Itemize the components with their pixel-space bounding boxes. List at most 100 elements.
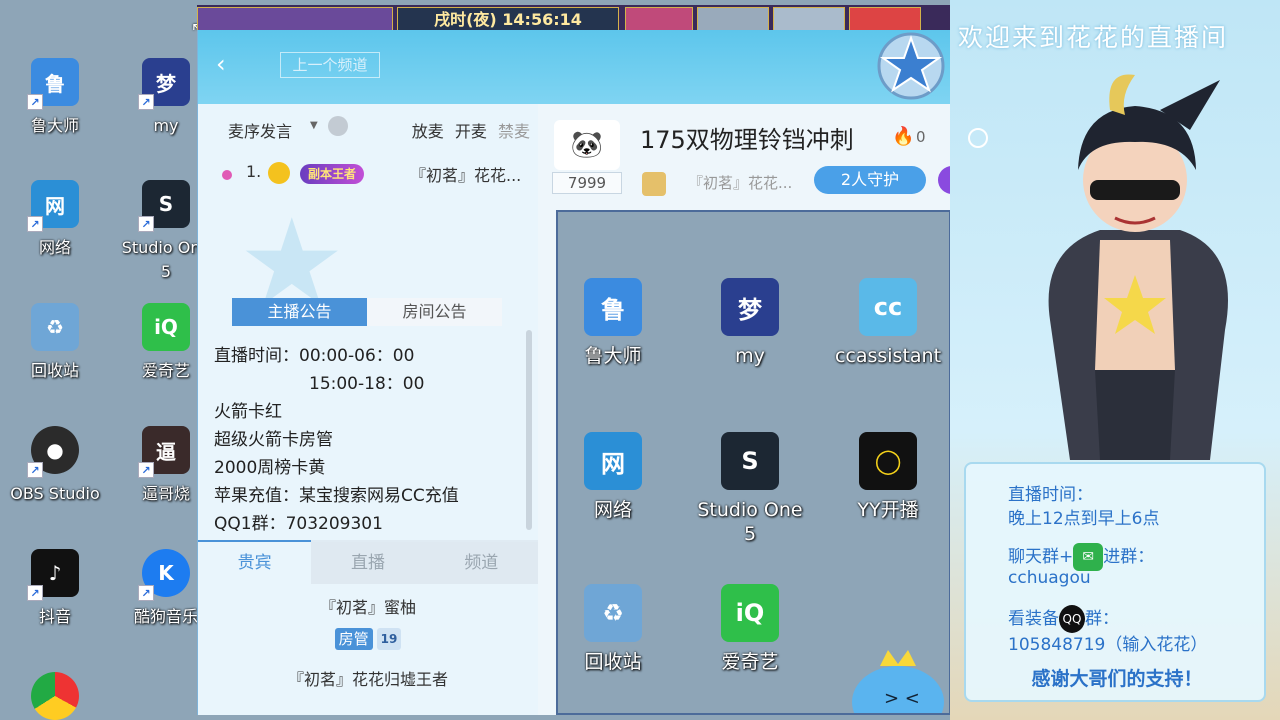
desktop-icon-label: 抖音 — [38, 607, 71, 626]
desktop-icon-recycle-bin[interactable]: ♻ 回收站 — [0, 303, 110, 383]
list-item[interactable]: 『初茗』花花归墟王者 — [198, 668, 538, 692]
heat-count: 0 — [916, 128, 926, 146]
tab-channel[interactable]: 频道 — [424, 542, 538, 584]
notice-scrollbar[interactable] — [526, 330, 532, 530]
tab-vip[interactable]: 贵宾 — [198, 540, 312, 584]
recycle-bin-icon: ♻ — [584, 584, 642, 642]
open-mic-button[interactable]: 开麦 — [455, 122, 487, 141]
notice-line: 火箭卡红 — [214, 402, 282, 422]
chat-group-label: 聊天群+ — [1008, 547, 1074, 567]
notice-line: QQ1群：703209301 — [214, 514, 383, 534]
equip-group-id: 105848719（输入花花） — [1008, 635, 1208, 655]
desktop-icon-network[interactable]: 网 ↗ 网络 — [0, 180, 110, 260]
stream-icon-label: 爱奇艺 — [721, 651, 779, 673]
stream-overlay: 欢迎来到花花的直播间 直播时间： 晚上12点到早上6点 聊天群+ ✉ 进群： cch… — [950, 0, 1280, 720]
obs-icon: ● ↗ — [27, 426, 79, 478]
mascot-icon: > < — [852, 650, 944, 713]
list-item[interactable]: 『初茗』蜜柚 — [198, 596, 538, 620]
member-tabs: 贵宾 直播 频道 — [198, 540, 538, 584]
tab-anchor-notice[interactable]: 主播公告 — [232, 298, 367, 326]
desktop-icon-label: 鲁大师 — [30, 116, 79, 135]
notice-content: 直播时间：00:00-06：00 15:00-18：00 火箭卡红 超级火箭卡房… — [214, 342, 524, 538]
desktop-icon-chrome[interactable] — [0, 672, 110, 720]
notice-line: 2000周榜卡黄 — [214, 458, 326, 478]
status-dot — [222, 170, 232, 180]
anchor-avatar[interactable]: 🐼 — [554, 120, 620, 170]
chat-group-join: 进群： — [1103, 547, 1155, 567]
level-badge: 19 — [376, 628, 402, 650]
douyin-icon: ♪ ↗ — [27, 549, 79, 601]
yy-icon: ◯ — [859, 432, 917, 490]
back-arrow-icon[interactable]: ‹ — [216, 52, 226, 76]
mic-mode-select[interactable]: 麦序发言 — [228, 118, 292, 142]
mic-actions: 放麦 开麦 禁麦 — [406, 118, 530, 142]
stream-icon-label: Studio One 5 — [697, 499, 803, 545]
star-rank-badge-icon — [877, 32, 945, 100]
game-clock: 戌时(夜) 14:56:14 — [397, 7, 619, 31]
equip-group-suffix: 群： — [1085, 609, 1119, 629]
iqiyi-icon: iQ — [721, 584, 779, 642]
mic-queue-item[interactable]: 1. 副本王者 『初茗』花花... — [220, 162, 530, 186]
desktop-icon-label: 网络 — [38, 238, 71, 257]
live-time-value: 晚上12点到早上6点 — [1008, 509, 1160, 529]
mic-toolbar: 麦序发言 ▼ 放麦 开麦 禁麦 — [198, 114, 538, 142]
tab-room-notice[interactable]: 房间公告 — [367, 298, 502, 326]
notice-tabs: 主播公告 房间公告 — [232, 298, 502, 326]
ludashi-icon: 鲁 — [584, 278, 642, 336]
notice-line: 直播时间：00:00-06：00 — [214, 346, 415, 366]
studio-one-icon: S ↗ — [138, 180, 190, 232]
info-card: 直播时间： 晚上12点到早上6点 聊天群+ ✉ 进群： cchuagou 看装备 QQ… — [964, 462, 1266, 702]
stream-icon-label: 网络 — [593, 499, 632, 521]
character-illustration — [1048, 74, 1228, 460]
desktop-icon-ludashi[interactable]: 鲁 ↗ 鲁大师 — [0, 58, 110, 138]
live-time-title: 直播时间： — [1008, 485, 1093, 505]
emoji-face-icon — [268, 162, 290, 184]
stream-icon-iqiyi: iQ 爱奇艺 — [695, 584, 805, 674]
menghuan-icon: 梦 — [721, 278, 779, 336]
role-badge: 房管 — [334, 628, 373, 650]
menghuan-icon: 梦 ↗ — [138, 58, 190, 110]
desktop-icon-obs[interactable]: ● ↗ OBS Studio — [0, 426, 110, 506]
extra-button[interactable] — [938, 166, 950, 194]
iqiyi-icon: iQ — [142, 303, 190, 351]
desktop-icon-douyin[interactable]: ♪ ↗ 抖音 — [0, 549, 110, 629]
stream-icon-ludashi: 鲁 鲁大师 — [558, 278, 668, 368]
notice-line: 15:00-18：00 — [309, 374, 425, 394]
room-owner: 『初茗』花花... — [688, 174, 793, 192]
stream-preview: 鲁 鲁大师 梦 my cc ccassistant 网 网络 S Studio … — [556, 210, 950, 715]
stream-icon-label: YY开播 — [857, 499, 919, 521]
network-icon: 网 — [584, 432, 642, 490]
fire-icon: 🔥 — [892, 126, 915, 147]
queue-nickname: 『初茗』花花... — [410, 166, 522, 185]
guard-button[interactable]: 2人守护 — [814, 166, 926, 194]
stream-icon-label: 鲁大师 — [584, 345, 642, 367]
queue-number: 1. — [246, 162, 262, 181]
stream-icon-label: ccassistant — [834, 345, 942, 367]
desktop-icon-label: OBS Studio — [10, 484, 100, 503]
chevron-down-icon[interactable]: ▼ — [310, 120, 318, 131]
ban-mic-button[interactable]: 禁麦 — [498, 122, 530, 141]
stream-icon-recycle-bin: ♻ 回收站 — [558, 584, 668, 674]
svg-text:> <: > < — [884, 688, 920, 709]
cc-live-window: ‹ 上一个频道 麦序发言 ▼ 放麦 开麦 禁麦 1. 副本王者 『初茗』花花..… — [197, 30, 950, 715]
stream-icon-my: 梦 my — [695, 278, 805, 368]
room-panel: 🐼 7999 175双物理铃铛冲刺 🔥 0 『初茗』花花... 2人守护 鲁 鲁… — [538, 104, 950, 715]
title-bar: ‹ 上一个频道 — [198, 30, 950, 104]
chrome-icon — [31, 672, 79, 720]
desktop-icon-label: 爱奇艺 — [141, 361, 190, 380]
desktop-icon-label: 回收站 — [30, 361, 79, 380]
recycle-bin-icon: ♻ — [31, 303, 79, 351]
notice-line: 苹果充值：某宝搜索网易CC充值 — [214, 486, 459, 506]
network-icon: 网 ↗ — [27, 180, 79, 232]
microphone-icon[interactable] — [328, 116, 348, 136]
desktop-icon-label: 逼哥烧 — [141, 484, 190, 503]
studio-one-icon: S — [721, 432, 779, 490]
chat-group-id: cchuagou — [1008, 568, 1091, 588]
game-window-strip: 戌时(夜) 14:56:14 — [197, 5, 950, 31]
release-mic-button[interactable]: 放麦 — [412, 122, 444, 141]
tab-live[interactable]: 直播 — [311, 542, 425, 584]
prev-channel-button[interactable]: 上一个频道 — [280, 52, 380, 78]
mic-panel: 麦序发言 ▼ 放麦 开麦 禁麦 1. 副本王者 『初茗』花花... ★ 主播公告… — [198, 104, 538, 715]
desktop-icon-label: 酷狗音乐 — [133, 607, 198, 626]
stream-icon-studio-one: S Studio One 5 — [695, 432, 805, 546]
